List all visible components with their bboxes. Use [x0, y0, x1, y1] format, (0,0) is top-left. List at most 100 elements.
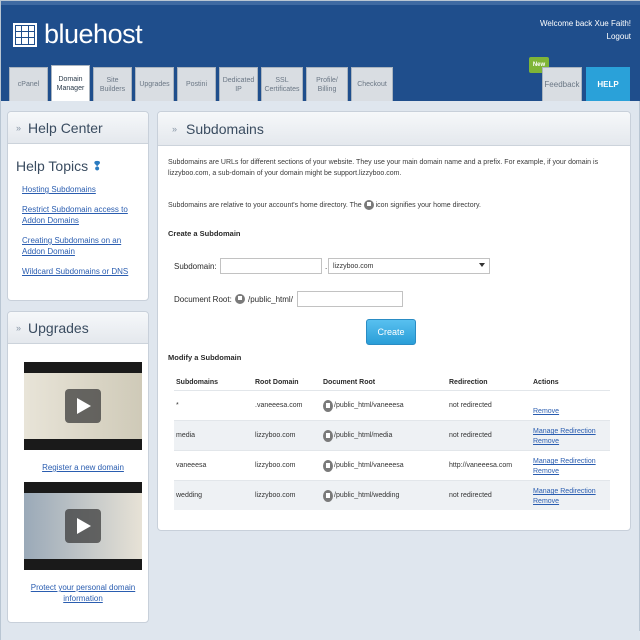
remove-link[interactable]: Remove [533, 407, 610, 417]
cell-redirection: http://vaneeesa.com [449, 462, 513, 469]
cell-document-root[interactable]: /public_html/vaneeesa [323, 399, 449, 412]
header-actions: Actions [533, 378, 559, 386]
top-strip [1, 1, 640, 5]
home-directory-icon [323, 459, 333, 472]
subdomains-header: » Subdomains [158, 112, 630, 146]
video-register-domain[interactable] [24, 362, 142, 450]
tab-profile-billing[interactable]: Profile/ Billing [306, 67, 348, 101]
dot-separator: . [325, 262, 328, 271]
document-root-text: /public_html/vaneeesa [334, 402, 404, 409]
cell-root-domain: lizzyboo.com [255, 432, 296, 439]
home-directory-icon [323, 489, 333, 502]
register-domain-link[interactable]: Register a new domain [24, 462, 142, 473]
tab-ssl-certificates[interactable]: SSL Certificates [261, 67, 303, 101]
help-link-wildcard-subdomains[interactable]: Wildcard Subdomains or DNS [22, 266, 140, 277]
tab-checkout[interactable]: Checkout [351, 67, 393, 101]
document-root-input[interactable] [297, 291, 403, 307]
tab-domain-manager[interactable]: Domain Manager [51, 65, 90, 101]
upgrades-title: Upgrades [28, 319, 89, 336]
tab-upgrades[interactable]: Upgrades [135, 67, 174, 101]
cell-document-root[interactable]: /public_html/vaneeesa [323, 459, 449, 472]
play-icon[interactable] [65, 389, 101, 423]
home-note-text-b: icon signifies your home directory. [375, 202, 481, 209]
cell-document-root[interactable]: /public_html/media [323, 429, 449, 442]
help-link-creating-subdomains[interactable]: Creating Subdomains on an Addon Domain [22, 235, 140, 257]
modify-subdomain-title: Modify a Subdomain [168, 353, 242, 362]
remove-link[interactable]: Remove [533, 497, 610, 507]
help-exclamation-icon: ❢ [92, 159, 103, 173]
cell-actions: Manage Redirection Remove [533, 451, 610, 480]
chevron-down-icon [479, 263, 485, 267]
help-center-title: Help Center [28, 119, 103, 136]
home-directory-icon [323, 429, 333, 442]
table-row: wedding lizzyboo.com /public_html/weddin… [174, 480, 610, 510]
document-root-text: /public_html/media [334, 432, 393, 439]
collapse-arrow-icon[interactable]: » [172, 124, 177, 134]
play-icon[interactable] [65, 509, 101, 543]
manage-redirection-link[interactable]: Manage Redirection [533, 427, 610, 437]
cell-redirection: not redirected [449, 432, 492, 439]
manage-redirection-link[interactable]: Manage Redirection [533, 487, 610, 497]
logo-grid-icon [13, 22, 37, 47]
document-root-label: Document Root: [174, 295, 232, 304]
remove-link[interactable]: Remove [533, 467, 610, 477]
page-frame: bluehost Welcome back Xue Faith! Logout … [0, 0, 640, 640]
subdomains-title: Subdomains [186, 120, 264, 137]
cell-actions: Manage Redirection Remove [533, 421, 610, 450]
cell-subdomain: wedding [176, 492, 203, 499]
cell-root-domain: lizzyboo.com [255, 492, 296, 499]
create-subdomain-title: Create a Subdomain [168, 229, 241, 238]
cell-subdomain: * [176, 402, 179, 409]
domain-select[interactable]: lizzyboo.com [328, 258, 490, 274]
cell-subdomain: media [176, 432, 196, 439]
help-link-restrict-subdomain[interactable]: Restrict Subdomain access to Addon Domai… [22, 204, 140, 226]
main-tabs: cPanel Domain Manager Site Builders Upgr… [9, 65, 393, 101]
tab-feedback[interactable]: Feedback [542, 67, 582, 101]
cell-redirection: not redirected [449, 402, 492, 409]
header-subdomains: Subdomains [176, 378, 219, 386]
logout-link[interactable]: Logout [540, 30, 631, 43]
home-directory-icon [363, 200, 374, 211]
remove-link[interactable]: Remove [533, 437, 610, 447]
tab-help[interactable]: HELP [586, 67, 630, 101]
help-link-hosting-subdomains[interactable]: Hosting Subdomains [22, 184, 140, 195]
video-protect-domain[interactable] [24, 482, 142, 570]
tab-cpanel[interactable]: cPanel [9, 67, 48, 101]
document-root-text: /public_html/vaneeesa [334, 462, 404, 469]
help-center-header: » Help Center [8, 112, 148, 144]
protect-domain-link[interactable]: Protect your personal domain information [24, 582, 142, 604]
cell-actions: Manage Redirection Remove [533, 481, 610, 510]
collapse-arrow-icon[interactable]: » [16, 323, 21, 333]
header: bluehost Welcome back Xue Faith! Logout … [1, 1, 640, 101]
cell-subdomain: vaneeesa [176, 462, 207, 469]
home-directory-icon [235, 294, 245, 304]
subdomain-input[interactable] [220, 258, 322, 274]
tab-postini[interactable]: Postini [177, 67, 216, 101]
subdomains-table: Subdomains Root Domain Document Root Red… [174, 374, 610, 510]
bluehost-logo[interactable]: bluehost [13, 19, 143, 50]
bottom-strip [1, 631, 640, 640]
collapse-arrow-icon[interactable]: » [16, 123, 21, 133]
help-topics-heading: Help Topics ❢ [8, 144, 148, 174]
table-header: Subdomains Root Domain Document Root Red… [174, 374, 610, 390]
header-root-domain: Root Domain [255, 378, 299, 386]
cell-document-root[interactable]: /public_html/wedding [323, 489, 449, 502]
manage-redirection-link[interactable]: Manage Redirection [533, 457, 610, 467]
table-row: vaneeesa lizzyboo.com /public_html/vanee… [174, 450, 610, 480]
document-root-prefix: /public_html/ [248, 295, 293, 304]
document-root-text: /public_html/wedding [334, 492, 400, 499]
welcome-area: Welcome back Xue Faith! Logout [540, 17, 631, 43]
tab-dedicated-ip[interactable]: Dedicated IP [219, 67, 258, 101]
domain-select-value: lizzyboo.com [333, 262, 374, 270]
subdomains-panel: » Subdomains Subdomains are URLs for dif… [157, 111, 631, 531]
cell-root-domain: .vaneeesa.com [255, 402, 303, 409]
upgrades-header: » Upgrades [8, 312, 148, 344]
table-row: media lizzyboo.com /public_html/media no… [174, 420, 610, 450]
header-redirection: Redirection [449, 378, 488, 386]
create-button[interactable]: Create [366, 319, 416, 345]
help-center-panel: » Help Center Help Topics ❢ Hosting Subd… [7, 111, 149, 301]
tab-site-builders[interactable]: Site Builders [93, 67, 132, 101]
cell-root-domain: lizzyboo.com [255, 462, 296, 469]
subdomains-description: Subdomains are URLs for different sectio… [168, 159, 599, 177]
help-links: Hosting Subdomains Restrict Subdomain ac… [8, 174, 148, 277]
